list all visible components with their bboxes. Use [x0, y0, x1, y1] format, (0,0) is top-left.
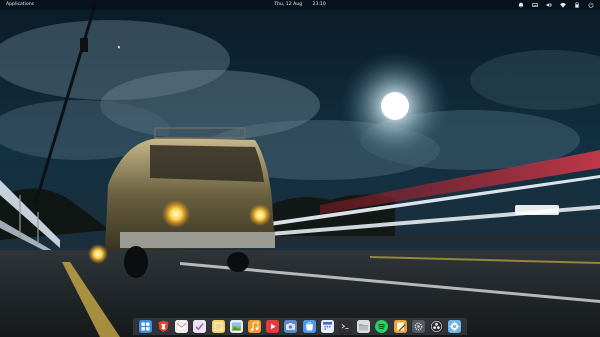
dock-app-mail[interactable] [175, 320, 189, 333]
dock-app-photos[interactable] [229, 320, 243, 333]
volume-icon[interactable] [546, 2, 552, 8]
app-store-icon [449, 321, 460, 332]
multitasking-view-icon [141, 322, 150, 331]
mouse-cursor-icon [118, 45, 122, 49]
videos-icon [271, 323, 276, 330]
dock-app-app-store[interactable] [448, 320, 462, 333]
dock-app-appcenter[interactable] [302, 320, 316, 333]
tasks-icon [195, 323, 205, 331]
obs-studio-icon [430, 321, 442, 332]
notifications-icon[interactable] [518, 2, 524, 8]
system-indicators [518, 0, 594, 10]
text-editor-icon [396, 322, 405, 331]
dock-app-tasks[interactable] [193, 320, 207, 333]
dock-app-text-editor[interactable] [393, 320, 407, 333]
calendar-icon [322, 322, 332, 330]
top-panel: Applications Thu, 12 Aug 23:10 [0, 0, 600, 10]
dock-app-settings[interactable] [411, 320, 425, 333]
dock-app-videos[interactable] [266, 320, 280, 333]
keyboard-layout-icon[interactable] [532, 2, 538, 8]
power-icon[interactable] [588, 2, 594, 8]
web-browser-icon [158, 320, 169, 333]
dock-app-files[interactable] [357, 320, 371, 333]
clock-date[interactable]: Thu, 12 Aug [274, 2, 302, 7]
mail-icon [177, 323, 187, 331]
appcenter-icon [305, 321, 313, 331]
wallpaper-image [0, 0, 600, 337]
dock-app-obs-studio[interactable] [429, 320, 443, 333]
dock-app-web-browser[interactable] [157, 320, 170, 333]
notes-icon [213, 322, 223, 331]
date-time-indicator: Thu, 12 Aug 23:10 [0, 0, 600, 10]
dock-app-multitasking-view[interactable] [138, 320, 152, 333]
dock-app-terminal[interactable] [338, 320, 352, 333]
files-icon [359, 324, 369, 331]
spotify-icon [378, 324, 386, 330]
dock-app-spotify[interactable] [375, 320, 389, 333]
clock-time[interactable]: 23:10 [313, 2, 326, 7]
network-icon[interactable] [560, 2, 566, 8]
dock-app-calendar[interactable] [320, 320, 334, 333]
desktop: Applications Thu, 12 Aug 23:10 [0, 0, 600, 337]
applications-menu-button[interactable]: Applications [6, 0, 34, 10]
terminal-icon [341, 324, 349, 330]
dock-app-notes[interactable] [211, 320, 225, 333]
dock [133, 318, 467, 335]
screenshot-icon [286, 323, 296, 330]
photos-icon [231, 322, 241, 331]
battery-icon[interactable] [574, 2, 580, 8]
settings-icon [414, 322, 423, 331]
dock-app-screenshot[interactable] [284, 320, 298, 333]
music-icon [250, 321, 259, 331]
dock-app-music[interactable] [248, 320, 262, 333]
